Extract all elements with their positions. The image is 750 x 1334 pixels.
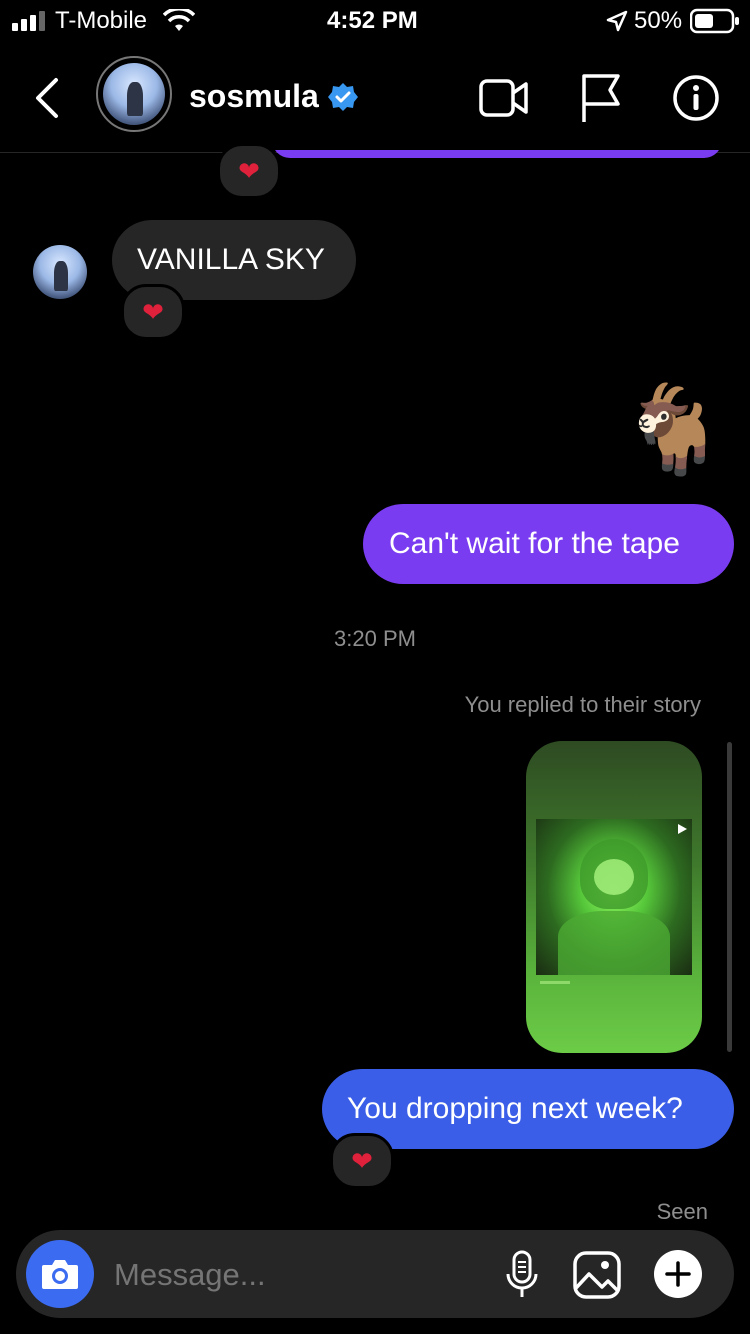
reaction-heart-2[interactable]: ❤ — [121, 284, 185, 340]
clock: 4:52 PM — [327, 7, 418, 34]
message-composer — [16, 1230, 734, 1318]
video-call-icon[interactable] — [478, 76, 530, 120]
location-arrow-icon — [606, 10, 628, 32]
status-bar: T-Mobile 4:52 PM 50% — [0, 0, 750, 40]
goat-emoji-message[interactable]: 🐐 — [620, 380, 727, 480]
message-input[interactable] — [112, 1252, 496, 1298]
gallery-icon[interactable] — [572, 1250, 622, 1300]
add-button[interactable] — [654, 1250, 702, 1298]
received-message-text: VANILLA SKY — [137, 243, 325, 276]
profile-photo — [103, 63, 165, 125]
plus-icon — [665, 1261, 691, 1287]
story-preview[interactable] — [526, 741, 702, 1053]
battery-icon — [690, 8, 739, 34]
sent-message-text-2: You dropping next week? — [347, 1092, 683, 1125]
play-icon — [678, 824, 687, 834]
carrier-label: T-Mobile — [55, 7, 148, 34]
verified-badge-icon — [328, 83, 358, 111]
back-chevron-icon[interactable] — [32, 76, 62, 120]
story-reply-note: You replied to their story — [464, 692, 701, 717]
info-icon[interactable] — [671, 73, 721, 123]
chat-header: sosmula — [0, 40, 750, 153]
reaction-heart-3[interactable]: ❤ — [330, 1133, 394, 1189]
microphone-icon[interactable] — [504, 1250, 540, 1300]
sent-message-text-1: Can't wait for the tape — [389, 527, 680, 560]
username[interactable]: sosmula — [189, 78, 319, 115]
reaction-heart-1[interactable]: ❤ — [217, 143, 281, 199]
sender-avatar[interactable] — [33, 245, 87, 299]
header-avatar[interactable] — [96, 56, 172, 132]
camera-button[interactable] — [26, 1240, 94, 1308]
scrollbar[interactable] — [727, 742, 732, 1052]
seen-indicator: Seen — [656, 1199, 708, 1224]
camera-icon — [42, 1260, 78, 1289]
flag-icon[interactable] — [578, 72, 624, 124]
sent-message-bubble-1[interactable]: Can't wait for the tape — [363, 504, 734, 584]
battery-percent: 50% — [634, 7, 683, 34]
wifi-icon — [163, 9, 195, 31]
signal-icon — [12, 11, 45, 31]
chat-timestamp: 3:20 PM — [334, 626, 416, 651]
story-photo — [536, 819, 692, 975]
